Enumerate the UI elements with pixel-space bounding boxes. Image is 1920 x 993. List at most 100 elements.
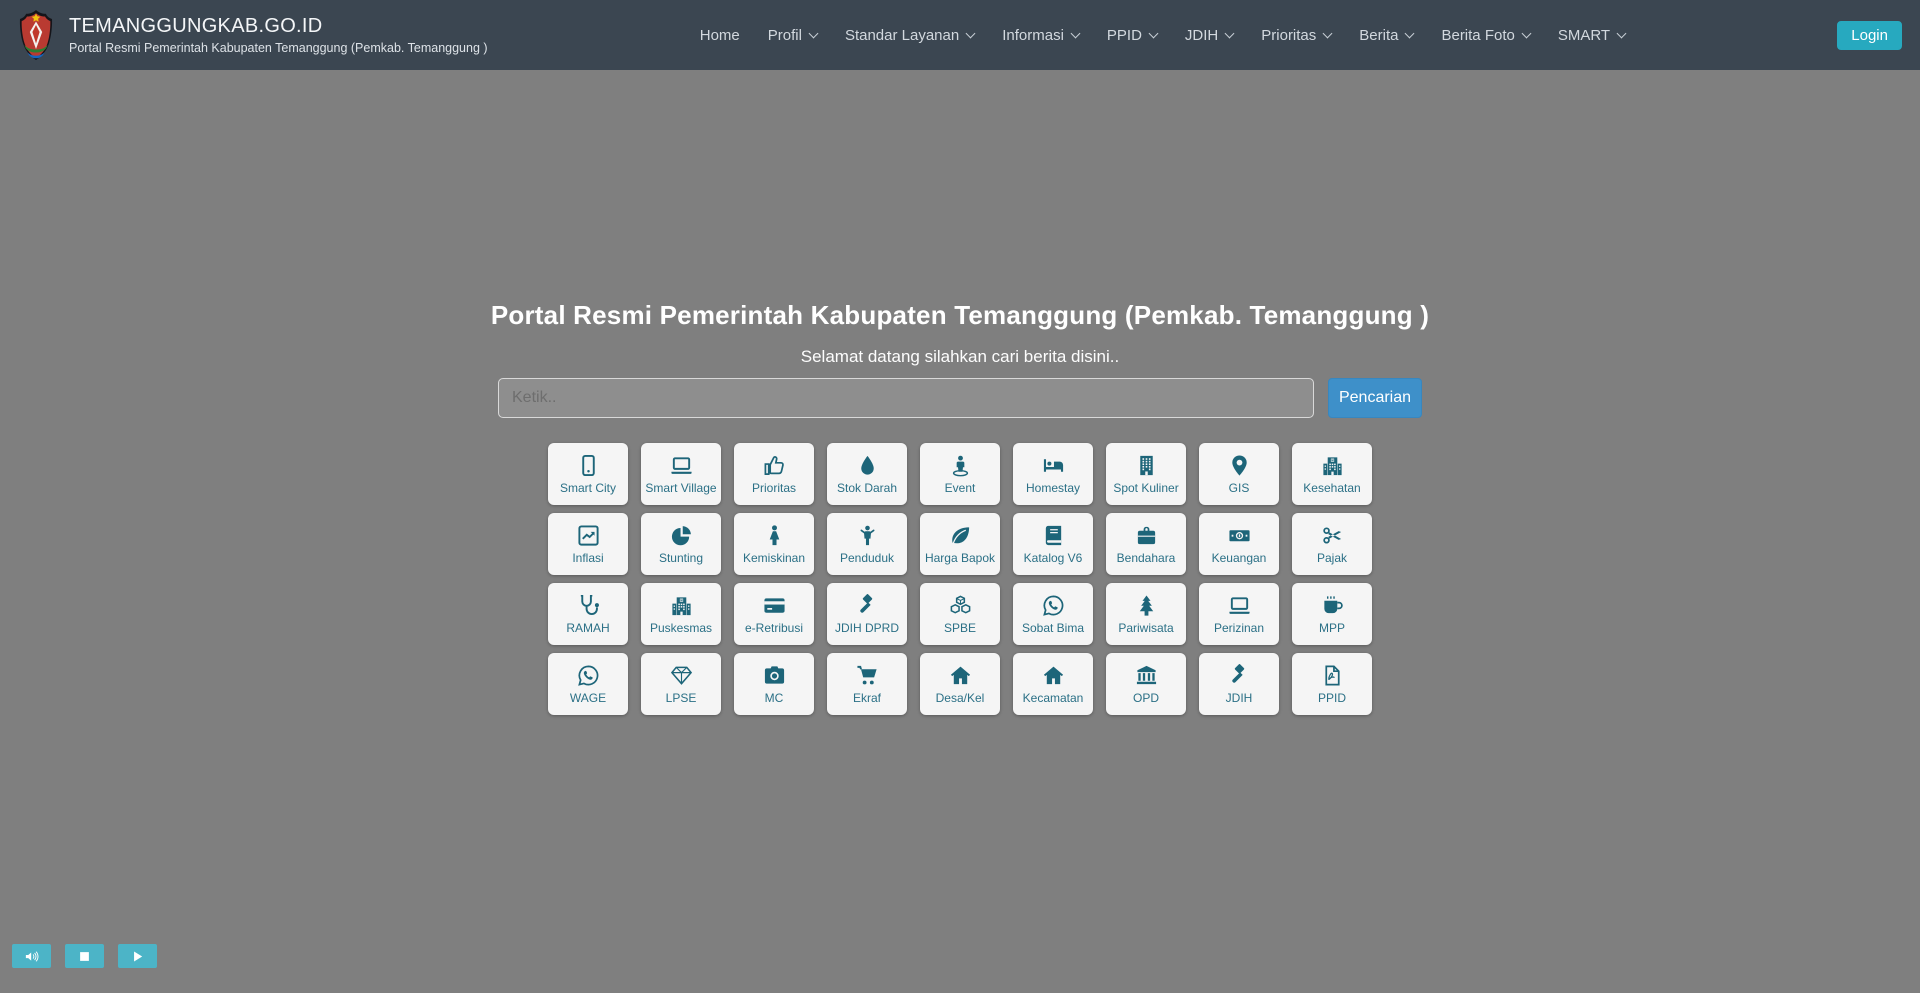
tile-jdih-dprd[interactable]: JDIH DPRD (827, 583, 907, 645)
tile-label: LPSE (666, 691, 697, 705)
tile-opd[interactable]: OPD (1106, 653, 1186, 715)
volume-button[interactable] (12, 944, 51, 968)
tile-ramah[interactable]: RAMAH (548, 583, 628, 645)
play-button[interactable] (118, 944, 157, 968)
tree-icon (1135, 594, 1158, 618)
tile-perizinan[interactable]: Perizinan (1199, 583, 1279, 645)
site-subtitle: Portal Resmi Pemerintah Kabupaten Temang… (69, 41, 488, 55)
tile-spbe[interactable]: SPBE (920, 583, 1000, 645)
tile-jdih[interactable]: JDIH (1199, 653, 1279, 715)
nav-item-prioritas[interactable]: Prioritas (1247, 27, 1345, 44)
tile-label: Desa/Kel (936, 691, 985, 705)
tile-kecamatan[interactable]: Kecamatan (1013, 653, 1093, 715)
page-title: Portal Resmi Pemerintah Kabupaten Temang… (0, 300, 1920, 331)
tile-inflasi[interactable]: Inflasi (548, 513, 628, 575)
chevron-down-icon (1070, 28, 1080, 38)
tile-label: Perizinan (1214, 621, 1264, 635)
thumbs-up-icon (763, 454, 786, 478)
nav-item-label: SMART (1558, 27, 1610, 44)
tile-puskesmas[interactable]: Puskesmas (641, 583, 721, 645)
tile-penduduk[interactable]: Penduduk (827, 513, 907, 575)
tile-label: Kesehatan (1303, 481, 1360, 495)
whatsapp-icon (1042, 594, 1065, 618)
stop-button[interactable] (65, 944, 104, 968)
home-icon (949, 664, 972, 688)
gavel-icon (1228, 664, 1251, 688)
street-view-icon (949, 454, 972, 478)
tile-sobat-bima[interactable]: Sobat Bima (1013, 583, 1093, 645)
nav-item-label: Informasi (1002, 27, 1064, 44)
site-title: TEMANGGUNGKAB.GO.ID (69, 15, 488, 38)
bank-icon (1135, 664, 1158, 688)
tile-prioritas[interactable]: Prioritas (734, 443, 814, 505)
welcome-text: Selamat datang silahkan cari berita disi… (0, 347, 1920, 367)
tile-kesehatan[interactable]: Kesehatan (1292, 443, 1372, 505)
tile-desa-kel[interactable]: Desa/Kel (920, 653, 1000, 715)
tile-gis[interactable]: GIS (1199, 443, 1279, 505)
nav-item-jdih[interactable]: JDIH (1171, 27, 1247, 44)
tile-label: Bendahara (1117, 551, 1176, 565)
chart-line-icon (577, 524, 600, 548)
tile-ekraf[interactable]: Ekraf (827, 653, 907, 715)
building-icon (1135, 454, 1158, 478)
drop-icon (856, 454, 879, 478)
tile-event[interactable]: Event (920, 443, 1000, 505)
tile-label: Pariwisata (1118, 621, 1173, 635)
tile-label: e-Retribusi (745, 621, 803, 635)
nav-item-informasi[interactable]: Informasi (988, 27, 1093, 44)
laptop-icon (670, 454, 693, 478)
tile-bendahara[interactable]: Bendahara (1106, 513, 1186, 575)
stop-icon (77, 949, 92, 964)
nav-item-label: Profil (768, 27, 802, 44)
tile-label: Ekraf (853, 691, 881, 705)
tile-lpse[interactable]: LPSE (641, 653, 721, 715)
tile-kemiskinan[interactable]: Kemiskinan (734, 513, 814, 575)
cubes-icon (949, 594, 972, 618)
brand[interactable]: TEMANGGUNGKAB.GO.ID Portal Resmi Pemerin… (14, 8, 488, 62)
nav-item-label: Prioritas (1261, 27, 1316, 44)
tile-mpp[interactable]: MPP (1292, 583, 1372, 645)
camera-icon (763, 664, 786, 688)
nav-item-standar-layanan[interactable]: Standar Layanan (831, 27, 988, 44)
tile-label: Kecamatan (1023, 691, 1084, 705)
chart-pie-icon (670, 524, 693, 548)
tile-keuangan[interactable]: Keuangan (1199, 513, 1279, 575)
tile-stok-darah[interactable]: Stok Darah (827, 443, 907, 505)
tile-pariwisata[interactable]: Pariwisata (1106, 583, 1186, 645)
tile-label: Stunting (659, 551, 703, 565)
bed-icon (1042, 454, 1065, 478)
tile-smart-city[interactable]: Smart City (548, 443, 628, 505)
map-marker-icon (1228, 454, 1251, 478)
search-button[interactable]: Pencarian (1328, 378, 1422, 418)
nav-item-label: Home (700, 27, 740, 44)
tile-pajak[interactable]: Pajak (1292, 513, 1372, 575)
chevron-down-icon (1148, 28, 1158, 38)
chevron-down-icon (1225, 28, 1235, 38)
tile-stunting[interactable]: Stunting (641, 513, 721, 575)
tile-e-retribusi[interactable]: e-Retribusi (734, 583, 814, 645)
nav-item-berita-foto[interactable]: Berita Foto (1427, 27, 1543, 44)
nav-item-smart[interactable]: SMART (1544, 27, 1639, 44)
login-button[interactable]: Login (1837, 21, 1902, 50)
nav-item-profil[interactable]: Profil (754, 27, 831, 44)
tile-spot-kuliner[interactable]: Spot Kuliner (1106, 443, 1186, 505)
tile-mc[interactable]: MC (734, 653, 814, 715)
nav-item-ppid[interactable]: PPID (1093, 27, 1171, 44)
tile-katalog-v6[interactable]: Katalog V6 (1013, 513, 1093, 575)
tile-label: MC (765, 691, 784, 705)
search-bar: Pencarian (498, 378, 1422, 418)
tile-harga-bapok[interactable]: Harga Bapok (920, 513, 1000, 575)
tile-label: JDIH (1226, 691, 1253, 705)
nav-item-home[interactable]: Home (686, 27, 754, 44)
tile-smart-village[interactable]: Smart Village (641, 443, 721, 505)
chevron-down-icon (1521, 28, 1531, 38)
tile-homestay[interactable]: Homestay (1013, 443, 1093, 505)
nav-item-label: PPID (1107, 27, 1142, 44)
credit-card-icon (763, 594, 786, 618)
chevron-down-icon (1405, 28, 1415, 38)
search-input[interactable] (498, 378, 1314, 418)
tile-ppid[interactable]: PPID (1292, 653, 1372, 715)
nav-item-berita[interactable]: Berita (1345, 27, 1427, 44)
nav-item-label: Berita Foto (1441, 27, 1514, 44)
tile-wage[interactable]: WAGE (548, 653, 628, 715)
